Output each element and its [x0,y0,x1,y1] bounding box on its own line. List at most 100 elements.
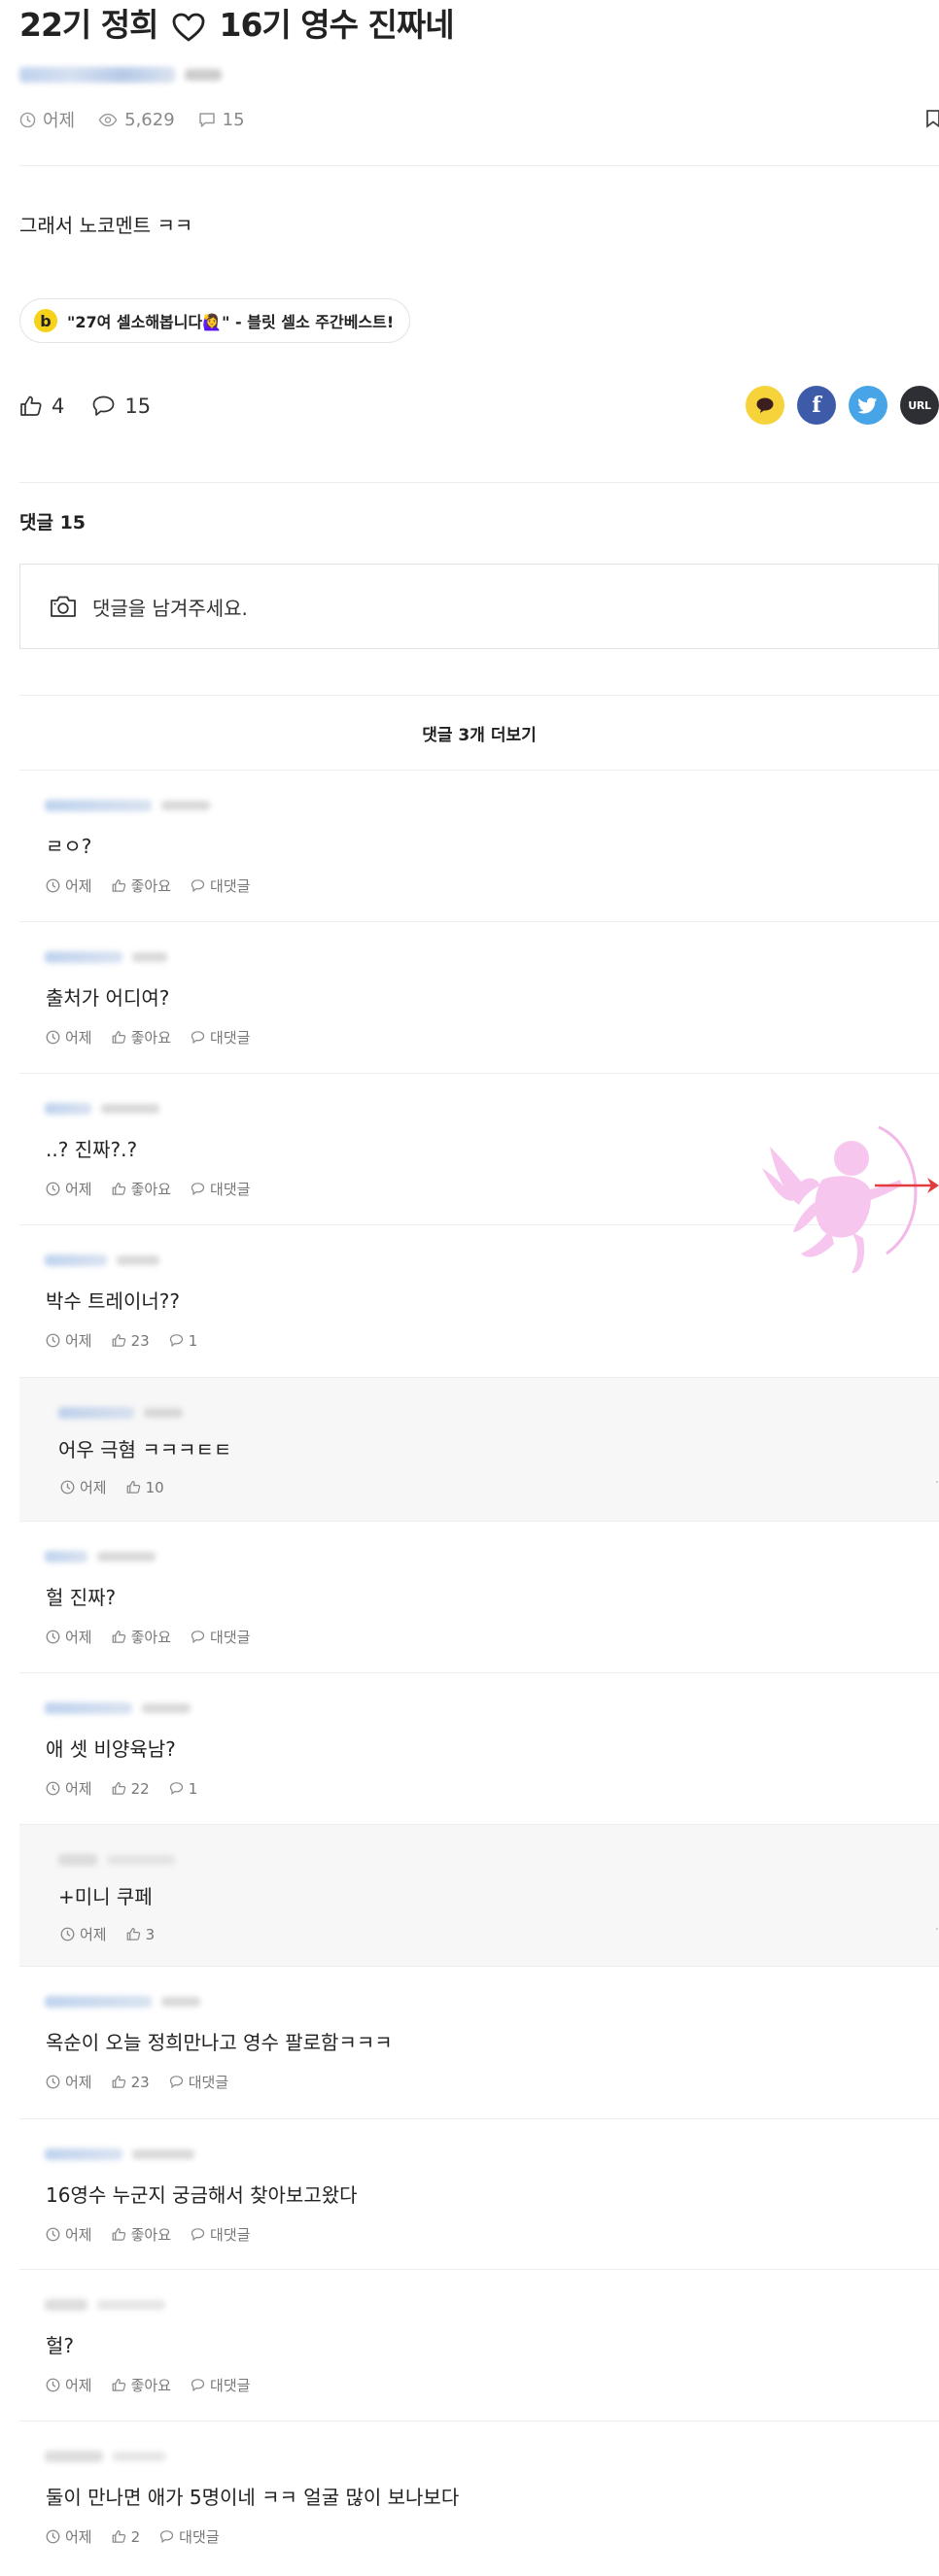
post-author[interactable] [19,64,222,86]
comment-icon [198,112,215,127]
clock-icon [46,1630,60,1644]
comment-meta: 어제 2 대댓글 [46,2526,220,2547]
comment-text: 애 셋 비양육남? [46,1737,176,1761]
comment-author[interactable] [58,1405,183,1421]
comments-button[interactable]: 15 [91,395,151,418]
more-options-icon[interactable]: · [935,1922,939,1938]
comment-author[interactable] [58,1852,175,1868]
comment-time: 어제 [46,2224,92,2245]
comment-reply-button[interactable]: 1 [169,1780,197,1798]
comment-item: 헐? 어제 좋아요 대댓글 [19,2270,939,2421]
reply-item: +미니 쿠페 어제 3 · [19,1825,939,1967]
share-buttons: f URL [746,386,939,425]
thumbs-up-icon [20,395,42,416]
heart-icon [172,6,205,56]
comment-like-button[interactable]: 10 [126,1479,164,1496]
kakao-share-button[interactable] [746,386,784,425]
comment-like-button[interactable]: 좋아요 [112,2375,171,2395]
comment-reply-button[interactable]: 대댓글 [191,1627,250,1647]
comment-icon [191,879,205,893]
comment-author[interactable] [45,1994,200,2009]
facebook-share-button[interactable]: f [797,386,836,425]
comment-author[interactable] [45,798,210,813]
comment-text: 헐? [46,2334,75,2357]
load-more-comments-button[interactable]: 댓글 3개 더보기 [19,695,939,771]
comment-like-button[interactable]: 좋아요 [112,1179,171,1199]
comment-time: 어제 [46,2072,92,2092]
bookmark-icon[interactable] [925,109,939,132]
comment-author[interactable] [45,1549,156,1564]
comment-author[interactable] [45,949,167,965]
comment-meta: 어제 10 [60,1477,164,1497]
thumbs-up-icon [112,1781,125,1795]
comment-item: 16영수 누군지 궁금해서 찾아보고왔다 어제 좋아요 대댓글 [19,2119,939,2270]
comment-time: 어제 [46,1778,92,1799]
comment-reply-button[interactable]: 대댓글 [191,2224,250,2245]
thumbs-up-icon [112,878,125,892]
comment-reply-button[interactable]: 대댓글 [191,2375,250,2395]
comment-icon [191,1631,205,1644]
comment-author[interactable] [45,2147,194,2162]
comment-text: 박수 트레이너?? [46,1289,180,1313]
comment-meta: 어제 좋아요 대댓글 [46,2224,250,2245]
comment-author[interactable] [45,2297,165,2313]
clock-icon [46,878,60,893]
comment-author[interactable] [45,2449,165,2464]
post-title-right: 16기 영수 진짜네 [219,6,455,44]
comment-reply-button[interactable]: 대댓글 [191,1027,250,1048]
comment-reply-button[interactable]: 1 [169,1332,197,1350]
post-title: 22기 정희 16기 영수 진짜네 [19,0,455,51]
clock-icon [46,1333,60,1348]
like-button[interactable]: 4 [19,395,64,418]
comment-icon [169,1334,183,1348]
comment-author[interactable] [45,1101,159,1116]
comment-like-button[interactable]: 좋아요 [112,876,171,896]
more-options-icon[interactable]: · [935,1475,939,1491]
blind-logo-icon: b [34,309,57,332]
comment-like-button[interactable]: 좋아요 [112,2224,171,2245]
comment-like-button[interactable]: 좋아요 [112,1627,171,1647]
thumbs-up-icon [112,1030,125,1044]
post-actions: 4 15 [19,389,151,424]
comment-text: ㄹㅇ? [46,835,92,858]
comment-input[interactable]: 댓글을 남겨주세요. [19,564,939,649]
comment-meta: 어제 23 1 [46,1330,197,1351]
comment-icon [191,1031,205,1045]
comment-author[interactable] [45,1700,191,1716]
thumbs-up-icon [112,2529,125,2543]
copy-url-button[interactable]: URL [900,386,939,425]
comment-reply-button[interactable]: 대댓글 [191,876,250,896]
comment-like-button[interactable]: 22 [112,1780,150,1798]
clock-icon [60,1927,75,1941]
comment-time: 어제 [60,1924,107,1944]
comment-like-button[interactable]: 3 [126,1926,155,1943]
camera-icon[interactable] [50,595,77,618]
clock-icon [46,2378,60,2392]
clock-icon [46,1182,60,1196]
clock-icon [19,112,36,127]
comment-like-button[interactable]: 2 [112,2528,140,2546]
promo-banner[interactable]: b "27여 셀소해봅니다🙋‍♀️" - 블릿 셀소 주간베스트! [19,298,411,343]
post-title-left: 22기 정희 [19,6,158,44]
comment-like-button[interactable]: 23 [112,2074,150,2091]
twitter-share-button[interactable] [849,386,887,425]
comment-author[interactable] [45,1253,159,1268]
comment-like-button[interactable]: 23 [112,1332,150,1350]
kakao-talk-icon [756,397,774,413]
comment-meta: 어제 3 [60,1924,155,1944]
post-time: 어제 [19,107,75,132]
comment-like-button[interactable]: 좋아요 [112,1027,171,1048]
clock-icon [46,2529,60,2544]
thumbs-up-icon [112,1333,125,1347]
comment-text: 헐 진짜? [46,1586,117,1609]
divider [19,165,939,166]
comment-reply-button[interactable]: 대댓글 [159,2526,220,2547]
comment-reply-button[interactable]: 대댓글 [191,1179,250,1199]
comment-time: 어제 [46,876,92,896]
comment-reply-button[interactable]: 대댓글 [169,2072,228,2092]
comment-icon [169,2076,183,2089]
comment-icon [93,395,115,416]
promo-text: "27여 셀소해봅니다🙋‍♀️" - 블릿 셀소 주간베스트! [67,313,395,331]
comment-text: 16영수 누군지 궁금해서 찾아보고왔다 [46,2183,358,2207]
comment-item: 애 셋 비양육남? 어제 22 1 [19,1673,939,1825]
